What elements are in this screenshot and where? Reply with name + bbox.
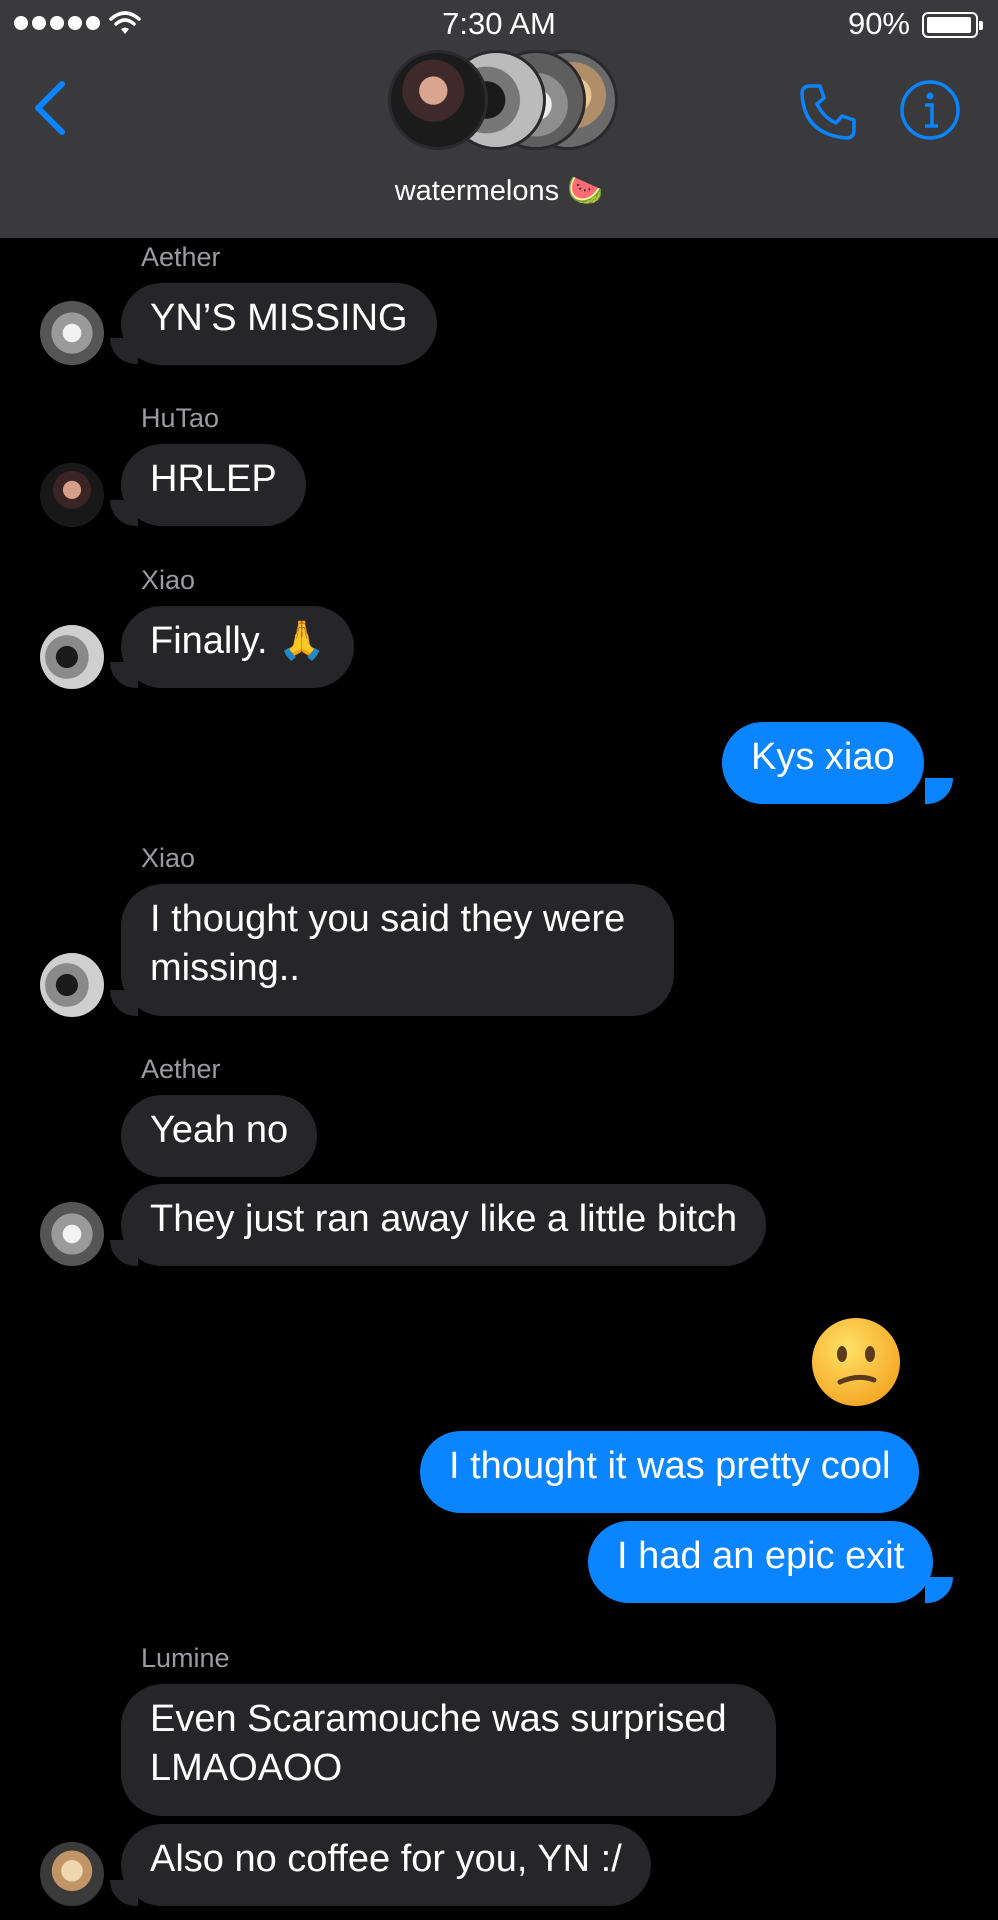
sender-avatar[interactable] (40, 463, 104, 527)
phone-icon[interactable] (796, 80, 860, 144)
group-title[interactable]: watermelons 🍉 (0, 174, 998, 208)
back-chevron-icon[interactable] (28, 78, 74, 138)
incoming-message-bubble[interactable]: Finally. 🙏 (121, 606, 355, 688)
confused-face-emoji[interactable] (810, 1316, 902, 1408)
sender-avatar[interactable] (40, 301, 104, 365)
member-avatar (388, 50, 488, 150)
sender-name: Xiao (141, 565, 196, 595)
outgoing-message-bubble[interactable]: I thought it was pretty cool (420, 1431, 920, 1513)
incoming-message-bubble[interactable]: I thought you said they were missing.. (121, 884, 674, 1016)
sender-avatar[interactable] (40, 1202, 104, 1266)
group-avatar-stack[interactable] (388, 50, 620, 154)
incoming-message-bubble[interactable]: HRLEP (121, 444, 306, 526)
battery-icon (922, 12, 983, 38)
incoming-message-bubble[interactable]: They just ran away like a little bitch (121, 1184, 767, 1266)
status-bar: 7:30 AM 90% (0, 0, 998, 50)
incoming-message-bubble[interactable]: Yeah no (121, 1095, 318, 1177)
sender-name: Aether (141, 1054, 221, 1084)
outgoing-message-bubble[interactable]: I had an epic exit (588, 1521, 934, 1603)
sender-avatar[interactable] (40, 1842, 104, 1906)
sender-name: Lumine (141, 1643, 230, 1673)
sender-avatar[interactable] (40, 953, 104, 1017)
sender-name: HuTao (141, 403, 220, 433)
incoming-message-bubble[interactable]: YN’S MISSING (121, 283, 437, 365)
sender-name: Xiao (141, 843, 196, 873)
incoming-message-bubble[interactable]: Also no coffee for you, YN :/ (121, 1824, 651, 1906)
sender-name: Aether (141, 242, 221, 272)
conversation-header: watermelons 🍉 (0, 50, 998, 238)
sender-avatar[interactable] (40, 625, 104, 689)
battery-percentage: 90% (847, 6, 910, 41)
bubble-tail (925, 1577, 953, 1603)
incoming-message-bubble[interactable]: Even Scaramouche was surprised LMAOAOO (121, 1684, 776, 1816)
outgoing-message-bubble[interactable]: Kys xiao (722, 722, 924, 804)
info-icon[interactable] (898, 78, 962, 142)
bubble-tail (925, 778, 953, 804)
